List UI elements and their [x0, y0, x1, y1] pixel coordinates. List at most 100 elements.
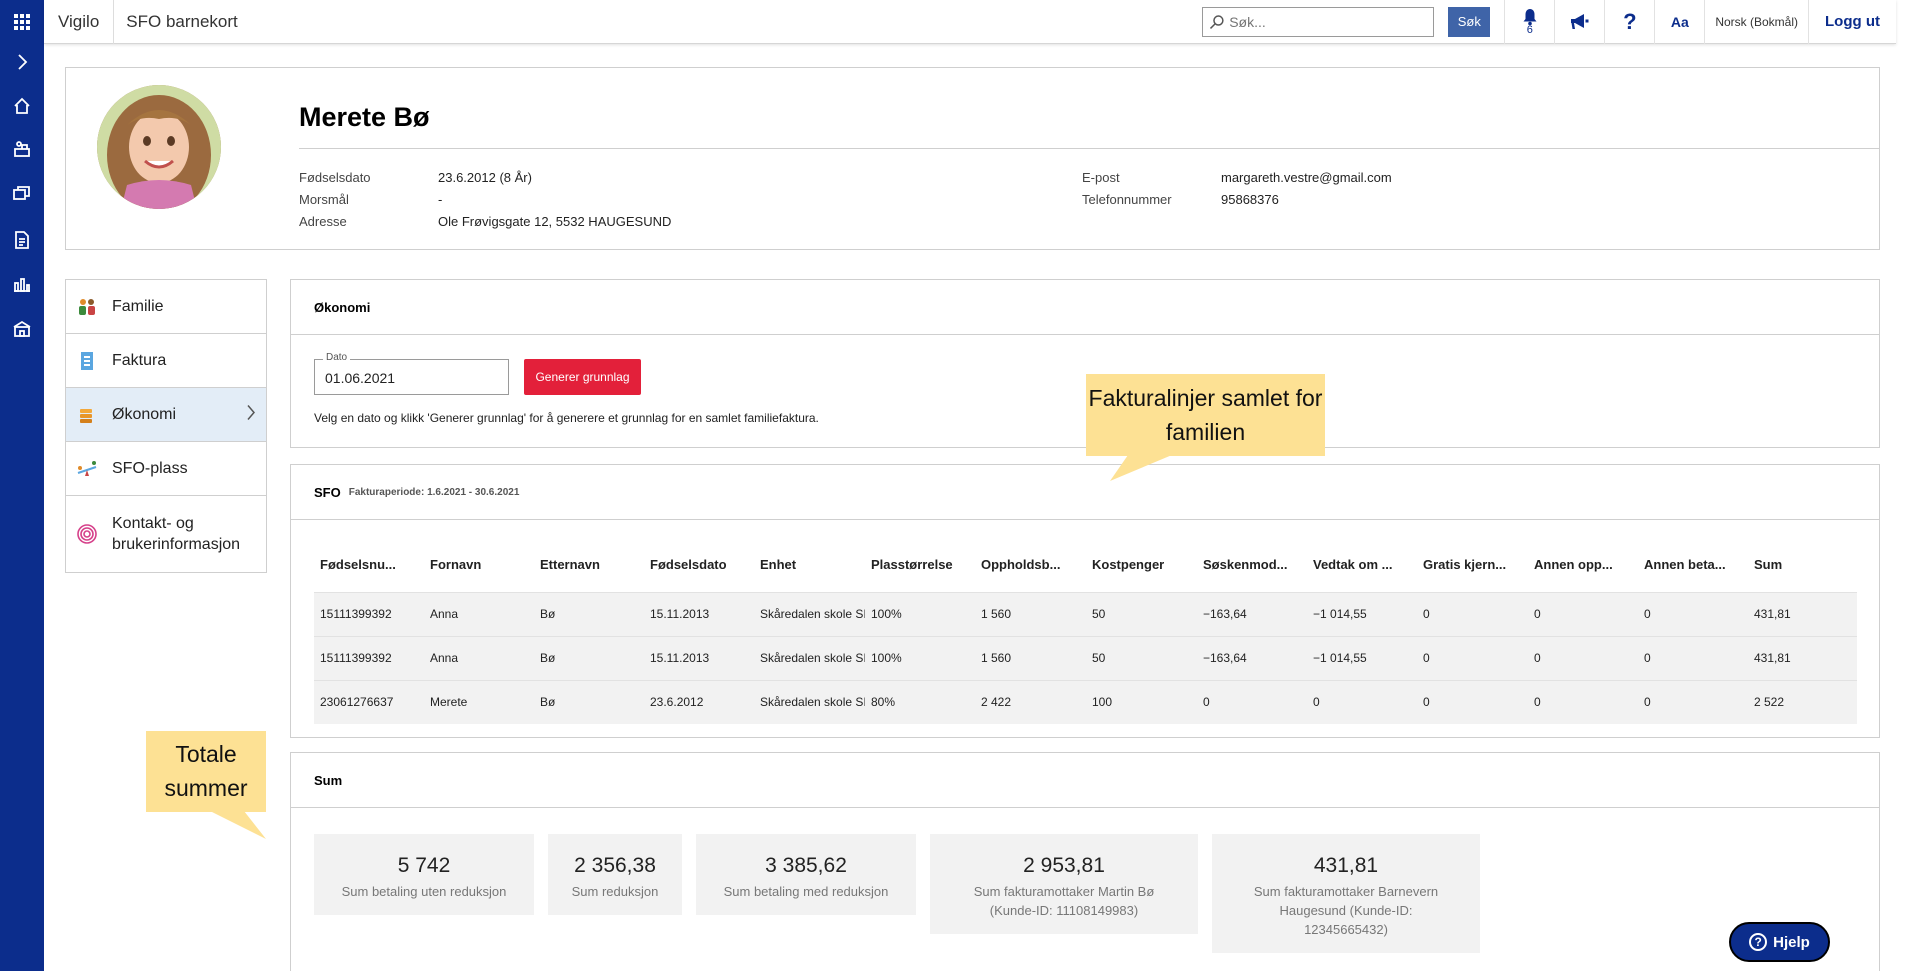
column-header[interactable]: Annen opp... [1528, 538, 1638, 592]
column-header[interactable]: Søskenmod... [1197, 538, 1307, 592]
help-button[interactable]: ? Hjelp [1729, 922, 1830, 962]
announcements-button[interactable] [1554, 0, 1604, 44]
date-field[interactable]: Dato 01.06.2021 [314, 352, 509, 395]
column-header[interactable]: Oppholdsb... [975, 538, 1086, 592]
profile-card: Merete Bø Fødselsdato 23.6.2012 (8 År) M… [65, 67, 1880, 250]
search-input[interactable] [1229, 13, 1428, 30]
table-cell: Bø [540, 695, 556, 710]
address-label: Adresse [299, 214, 347, 229]
sum-panel: Sum 5 742 Sum betaling uten reduksjon 2 … [290, 752, 1880, 971]
table-cell: 0 [1644, 651, 1651, 665]
column-header[interactable]: Fornavn [424, 538, 534, 592]
sidebar-item-familie[interactable]: Familie [66, 280, 266, 334]
sum-label: Sum betaling uten reduksjon [341, 884, 507, 899]
column-header[interactable]: Fødselsnu... [314, 538, 424, 592]
bar-chart-icon[interactable] [0, 264, 44, 304]
sidebar-item-label: Faktura [112, 351, 167, 369]
language-selector[interactable]: Norsk (Bokmål) [1704, 0, 1808, 44]
callout-text: Totale summer [164, 741, 248, 801]
table-cell: 15.11.2013 [650, 607, 710, 621]
avatar [97, 85, 221, 209]
table-cell: Anna [430, 607, 459, 621]
table-row: 15111399392 Anna Bø 15.11.2013 Skåredalen sk… [314, 592, 1857, 636]
table-cell: 50 [1092, 651, 1106, 665]
table-cell: Bø [540, 607, 556, 621]
table-header-row: Fødselsnu... Fornavn Etternavn Fødselsdato E… [314, 538, 1857, 592]
seesaw-icon [76, 458, 98, 480]
table-row: 23061276637 Merete Bø 23.6.2012 Skåredalen s… [314, 680, 1857, 724]
search-button[interactable]: Søk [1448, 6, 1491, 37]
profile-info-left: Fødselsdato 23.6.2012 (8 År) Morsmål - A… [299, 167, 671, 233]
sidebar-item-okonomi[interactable]: Økonomi [66, 388, 266, 442]
notifications-count: 6 [1526, 23, 1533, 36]
sum-card-recipient-barnevern: 431,81 Sum fakturamottaker Barnevern Hau… [1212, 834, 1480, 953]
expand-chevron-icon[interactable] [0, 42, 44, 82]
sfo-header: SFO Fakturaperiode: 1.6.2021 - 30.6.2021 [291, 465, 1879, 520]
callout-text: Fakturalinjer samlet for familien [1088, 385, 1323, 445]
sum-title: Sum [291, 753, 1879, 808]
table-cell: Bø [540, 651, 556, 665]
column-header[interactable]: Enhet [754, 538, 865, 592]
column-header[interactable]: Vedtak om ... [1307, 538, 1417, 592]
column-header[interactable]: Gratis kjern... [1417, 538, 1528, 592]
children-icon[interactable] [0, 129, 44, 169]
sum-value: 2 356,38 [574, 854, 656, 877]
table-cell: −163,64 [1203, 607, 1247, 621]
sidebar-item-kontakt[interactable]: Kontakt- og brukerinformasjon [66, 496, 266, 572]
sfo-panel: SFO Fakturaperiode: 1.6.2021 - 30.6.2021… [290, 464, 1880, 738]
callout-tail [1110, 455, 1172, 481]
callout-tail [210, 811, 266, 839]
notifications-button[interactable]: 6 [1504, 0, 1554, 44]
coins-icon[interactable] [0, 173, 44, 213]
sidebar-item-faktura[interactable]: Faktura [66, 334, 266, 388]
profile-info-right: E-post margareth.vestre@gmail.com Telefo… [1082, 167, 1392, 211]
native-language-label: Morsmål [299, 192, 349, 207]
font-size-button[interactable]: Aa [1654, 0, 1704, 44]
column-header[interactable]: Fødselsdato [644, 538, 754, 592]
logout-button[interactable]: Logg ut [1808, 0, 1896, 44]
sum-card-recipient-martin: 2 953,81 Sum fakturamottaker Martin Bø (… [930, 834, 1198, 934]
date-label: Dato [323, 352, 351, 363]
column-header[interactable]: Kostpenger [1086, 538, 1197, 592]
home-icon[interactable] [0, 86, 44, 126]
table-cell: 15.11.2013 [650, 651, 710, 665]
column-header[interactable]: Plasstørrelse [865, 538, 975, 592]
help-label: Hjelp [1773, 933, 1810, 951]
chevron-right-icon [246, 404, 256, 425]
table-cell: 431,81 [1754, 607, 1791, 621]
phone-value: 95868376 [1221, 192, 1279, 207]
sfo-table: Fødselsnu... Fornavn Etternavn Fødselsdato E… [314, 538, 1857, 724]
coins-icon [76, 404, 98, 426]
sum-card-without-reduction: 5 742 Sum betaling uten reduksjon [314, 834, 534, 915]
table-cell: 100% [871, 607, 902, 621]
email-label: E-post [1082, 170, 1120, 185]
table-cell: 0 [1644, 695, 1651, 710]
table-row: 15111399392 Anna Bø 15.11.2013 Skåredalen sk… [314, 636, 1857, 680]
table-cell: −163,64 [1203, 651, 1247, 665]
column-header[interactable]: Etternavn [534, 538, 644, 592]
sidebar-item-label: SFO-plass [112, 459, 188, 477]
callout-invoice-lines: Fakturalinjer samlet for familien [1086, 374, 1325, 456]
sfo-title: SFO [314, 484, 341, 500]
document-icon[interactable] [0, 220, 44, 260]
school-icon[interactable] [0, 309, 44, 349]
brand-logo[interactable]: Vigilo [44, 0, 115, 44]
profile-divider [299, 148, 1879, 149]
phone-label: Telefonnummer [1082, 192, 1172, 207]
help-question-button[interactable]: ? [1604, 0, 1654, 44]
table-cell: Anna [430, 651, 459, 665]
column-header[interactable]: Sum [1748, 538, 1857, 592]
table-cell: −1 014,55 [1313, 607, 1367, 621]
generate-basis-button[interactable]: Generer grunnlag [524, 359, 641, 395]
profile-name: Merete Bø [299, 102, 430, 132]
birthdate-value: 23.6.2012 (8 År) [438, 170, 532, 185]
table-cell: 80% [871, 695, 896, 710]
apps-grid-icon[interactable] [0, 2, 44, 42]
table-cell: 0 [1534, 607, 1541, 621]
question-icon: ? [1623, 8, 1637, 34]
table-cell: 0 [1203, 695, 1210, 710]
sidebar-item-sfo-plass[interactable]: SFO-plass [66, 442, 266, 496]
column-header[interactable]: Annen beta... [1638, 538, 1748, 592]
sum-card-with-reduction: 3 385,62 Sum betaling med reduksjon [696, 834, 916, 915]
table-cell: 2 522 [1754, 695, 1785, 710]
